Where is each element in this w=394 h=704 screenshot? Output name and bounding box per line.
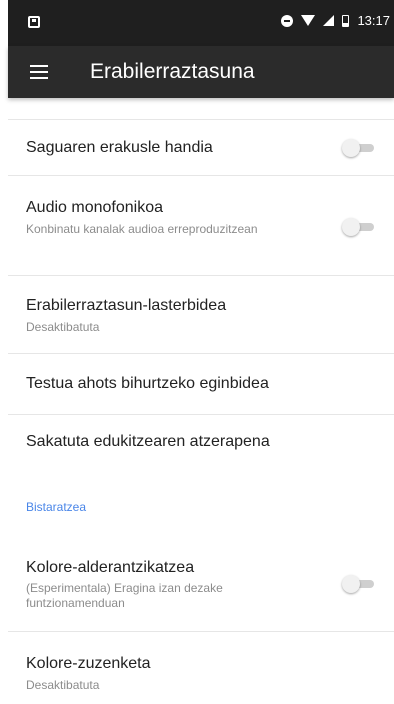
- menu-icon[interactable]: [30, 64, 48, 80]
- list-item-touch-hold-delay[interactable]: Sakatuta edukitzearen atzerapena: [8, 415, 394, 471]
- wifi-icon: [301, 15, 316, 26]
- item-title: Saguaren erakusle handia: [26, 139, 213, 156]
- status-icons: 13:17: [281, 13, 390, 28]
- item-summary: Desaktibatuta: [26, 320, 100, 334]
- signal-icon: [323, 15, 335, 26]
- list-item-color-inversion[interactable]: Kolore-alderantzikatzea (Esperimentala) …: [8, 538, 394, 631]
- switch-thumb: [342, 218, 360, 236]
- app-bar: Erabilerraztasuna: [8, 46, 394, 98]
- dnd-icon: [281, 14, 294, 27]
- item-summary: Desaktibatuta: [26, 678, 100, 692]
- section-header-display: Bistaratzea: [26, 500, 87, 514]
- item-summary: (Esperimentala) Eragina izan dezake funt…: [26, 581, 223, 610]
- list-item-mono-audio[interactable]: Audio monofonikoa Konbinatu kanalak audi…: [8, 176, 394, 274]
- item-title: Kolore-alderantzikatzea: [26, 559, 195, 576]
- item-title: Testua ahots bihurtzeko eginbidea: [26, 375, 269, 392]
- list-item-accessibility-shortcut[interactable]: Erabilerraztasun-lasterbidea Desaktibatu…: [8, 276, 394, 352]
- switch-thumb: [342, 139, 360, 157]
- color-inversion-switch[interactable]: [342, 574, 376, 594]
- item-title: Kolore-zuzenketa: [26, 655, 151, 672]
- status-time: 13:17: [357, 13, 390, 28]
- item-title: Audio monofonikoa: [26, 199, 163, 216]
- status-bar: 13:17: [8, 0, 394, 46]
- item-title: Erabilerraztasun-lasterbidea: [26, 297, 227, 314]
- item-title: Sakatuta edukitzearen atzerapena: [26, 433, 270, 450]
- settings-list: Saguaren erakusle handia Audio monofonik…: [8, 98, 394, 704]
- phone-screen: 13:17 Erabilerraztasuna Saguaren erakusl…: [0, 0, 394, 704]
- list-item-color-correction[interactable]: Kolore-zuzenketa Desaktibatuta: [8, 632, 394, 704]
- list-item-text-to-speech[interactable]: Testua ahots bihurtzeko eginbidea: [8, 354, 394, 414]
- battery-icon: [342, 14, 350, 27]
- large-mouse-pointer-switch[interactable]: [342, 138, 376, 158]
- switch-thumb: [342, 575, 360, 593]
- page-title: Erabilerraztasuna: [90, 60, 255, 83]
- list-item-large-mouse-pointer[interactable]: Saguaren erakusle handia: [8, 120, 394, 175]
- mono-audio-switch[interactable]: [342, 217, 376, 237]
- item-summary: Konbinatu kanalak audioa erreproduzitzea…: [26, 222, 258, 236]
- notification-icon: [28, 16, 40, 28]
